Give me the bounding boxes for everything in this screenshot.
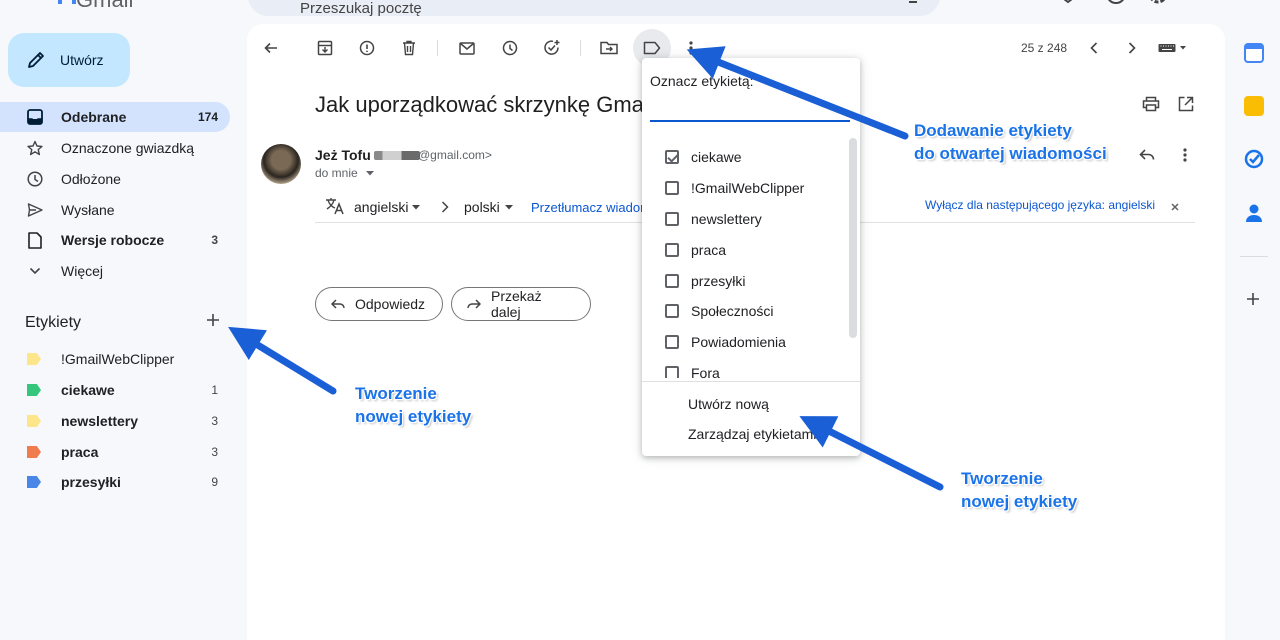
callout-create-label-sidebar: Tworzenie nowej etykiety [355, 382, 471, 428]
callout-line: nowej etykiety [961, 492, 1078, 511]
callout-line: Dodawanie etykiety [914, 121, 1072, 140]
arrow-to-label-icon [686, 46, 909, 140]
callout-line: Tworzenie [355, 384, 437, 403]
callout-add-label: Dodawanie etykiety do otwartej wiadomośc… [914, 119, 1107, 165]
arrow-to-add-label [228, 326, 337, 395]
callout-line: do otwartej wiadomości [914, 144, 1107, 163]
annotation-arrows [228, 46, 944, 491]
callout-line: nowej etykiety [355, 407, 472, 426]
callout-create-label-menu: Tworzenie nowej etykiety [961, 467, 1077, 513]
arrow-to-create-new [799, 416, 944, 491]
callout-line: Tworzenie [961, 469, 1043, 488]
